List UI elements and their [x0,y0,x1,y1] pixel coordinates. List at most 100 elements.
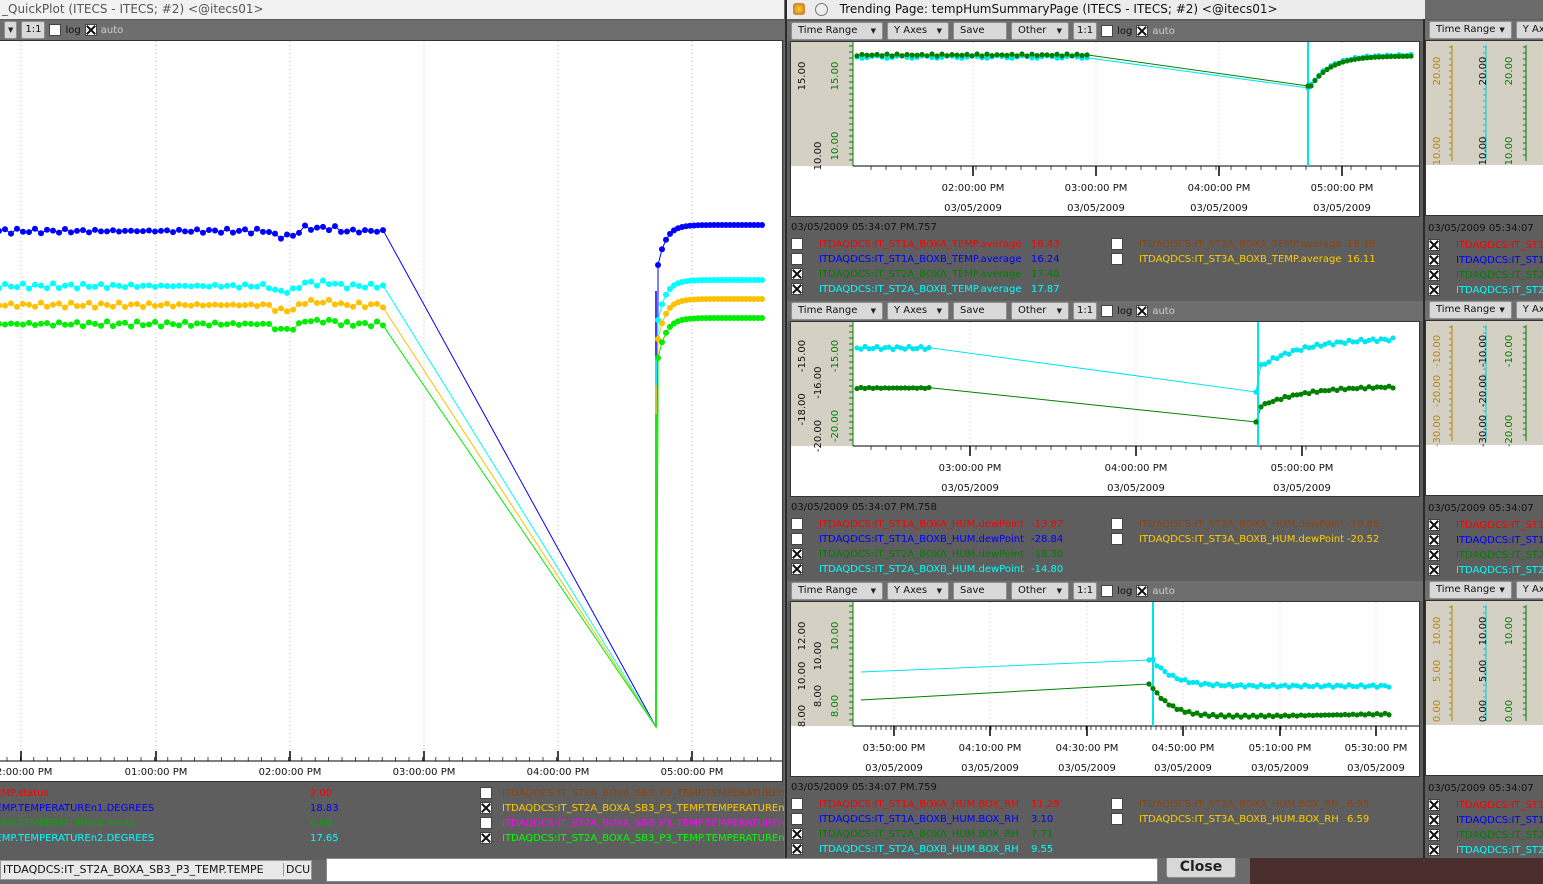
one-to-one-button[interactable]: 1:1 [1073,22,1098,40]
auto-checkbox[interactable] [1136,25,1149,37]
legend-checkbox[interactable] [1111,798,1123,810]
panel-plot-area[interactable]: 12.00 10.00 10.00 8.00 8.00 10.00 8.00 03:50:00… [790,601,1420,777]
other-button[interactable]: Other ▼ [1011,302,1069,320]
legend-checkbox[interactable] [791,283,803,295]
y-axes-button[interactable]: Y Ax [1515,21,1543,39]
data-point [894,51,900,57]
data-point [140,304,146,311]
save-button[interactable]: Save [953,22,1007,40]
y-axes-button[interactable]: Y Axes ▼ [887,582,949,600]
quickplot-plot-area[interactable]: 12:00:00 PM03/05/200901:00:00 PM03/05/20… [0,40,783,782]
data-point [242,320,248,327]
auto-checkbox[interactable] [1136,305,1149,317]
legend-checkbox[interactable] [1428,814,1440,826]
y-axes-button[interactable]: Y Axes ▼ [887,302,949,320]
legend-checkbox[interactable] [791,533,803,545]
menu-dot-icon[interactable] [814,3,828,16]
quickplot-titlebar[interactable]: _QuickPlot (ITECS - ITECS; #2) <@itecs01… [0,0,784,19]
one-to-one-button[interactable]: 1:1 [21,21,46,39]
legend-checkbox[interactable] [1428,829,1440,841]
data-point [314,300,320,307]
legend-checkbox[interactable] [791,563,803,575]
panel-plot-area[interactable]: -10.00 -20.00 -30.00 -10.00 -20.00 -30.00 -10.… [1425,320,1543,496]
legend-checkbox[interactable] [1111,518,1123,530]
legend-checkbox[interactable] [791,238,803,250]
trending-titlebar[interactable]: Trending Page: tempHumSummaryPage (ITECS… [787,0,1425,19]
y-tick-label-green: -20.00 [830,410,841,442]
data-point [248,283,254,290]
legend-row: ITDAQDCS:IT_ST2 [1428,828,1543,842]
log-checkbox[interactable] [1101,585,1114,597]
command-input[interactable] [326,858,1158,882]
legend-checkbox[interactable] [1428,284,1440,296]
legend-checkbox[interactable] [791,518,803,530]
legend-checkbox[interactable] [1428,254,1440,266]
legend-checkbox[interactable] [791,828,803,840]
data-point [194,282,200,289]
auto-checkbox[interactable] [84,24,97,36]
log-checkbox[interactable] [49,24,62,36]
app-icon[interactable] [793,3,805,15]
legend-checkbox[interactable] [1428,549,1440,561]
y-axes-button[interactable]: Y Ax [1515,581,1543,599]
legend-checkbox[interactable] [1428,534,1440,546]
legend-checkbox[interactable] [480,832,492,844]
time-range-button[interactable]: Time Range ▼ [791,582,883,600]
time-range-button[interactable]: Time Range ▼ [1429,21,1512,39]
panel-plot-area[interactable]: 20.00 10.00 20.00 10.00 20.00 10.00 [1425,40,1543,216]
time-range-button[interactable]: Time Range ▼ [1429,581,1512,599]
data-point [1049,52,1055,59]
legend-checkbox[interactable] [1111,238,1123,250]
one-to-one-button[interactable]: 1:1 [1073,302,1098,320]
legend-checkbox[interactable] [480,817,492,829]
save-button[interactable]: Save [953,302,1007,320]
time-range-button[interactable]: Time Range ▼ [791,22,883,40]
legend-checkbox[interactable] [480,802,492,814]
legend-checkbox[interactable] [791,813,803,825]
legend-checkbox[interactable] [1111,253,1123,265]
x-tick-date: 03/05/2009 [1154,763,1212,774]
legend-checkbox[interactable] [480,787,492,799]
legend-checkbox[interactable] [791,798,803,810]
legend-row: ITDAQDCS:IT_ST1 [1428,813,1543,827]
legend-checkbox[interactable] [791,268,803,280]
legend-checkbox[interactable] [1428,239,1440,251]
data-point [924,53,930,59]
panel-plot-area[interactable]: 15.00 10.00 15.00 10.00 02:00:00 PM 03/05/200… [790,41,1420,217]
data-point [663,236,669,243]
time-range-button[interactable]: Time Range ▼ [791,302,883,320]
close-button[interactable]: Close [1166,856,1236,878]
y-axes-button[interactable]: Y Ax [1515,301,1543,319]
y-axes-button[interactable]: Y Axes ▼ [887,22,949,40]
legend-series-value: 16.11 [1347,253,1376,265]
data-point [934,53,940,59]
legend-checkbox[interactable] [1111,813,1123,825]
legend-checkbox[interactable] [1111,533,1123,545]
legend-checkbox[interactable] [1428,519,1440,531]
legend-checkbox[interactable] [1428,799,1440,811]
legend-checkbox[interactable] [1428,564,1440,576]
legend-row: ITDAQDCS:IT_ST2A_BOXB_HUM.dewPoint -14.80 [791,562,1063,576]
legend-checkbox[interactable] [791,843,803,855]
data-point [110,227,116,234]
legend-checkbox[interactable] [1428,269,1440,281]
auto-checkbox[interactable] [1136,585,1149,597]
panel-plot-area[interactable]: 10.00 5.00 0.00 10.00 5.00 0.00 10.00 0.00 [1425,600,1543,776]
data-point [302,279,308,286]
legend-series-value: 0.00 [310,817,333,829]
legend-checkbox[interactable] [791,253,803,265]
other-button[interactable]: Other ▼ [1011,22,1069,40]
log-checkbox[interactable] [1101,305,1114,317]
legend-row: IT_ST2A_BOXA_SB3_P3_TEMP.status 2.00 [0,786,332,800]
data-point [164,319,170,326]
one-to-one-button[interactable]: 1:1 [1073,582,1098,600]
log-checkbox[interactable] [1101,25,1114,37]
panel-plot-area[interactable]: -15.00 -16.00 -18.00 -20.00 -15.00 -20.00 03:0… [790,321,1420,497]
save-button[interactable]: Save [953,582,1007,600]
time-range-button[interactable]: Time Range ▼ [1429,301,1512,319]
legend-checkbox[interactable] [791,548,803,560]
dropdown-arrow-button[interactable]: ▼ [4,21,18,39]
legend-checkbox[interactable] [1428,844,1440,856]
status-field-name[interactable]: ITDAQDCS:IT_ST2A_BOXA_SB3_P3_TEMP.TEMPE [1,861,283,879]
other-button[interactable]: Other ▼ [1011,582,1069,600]
